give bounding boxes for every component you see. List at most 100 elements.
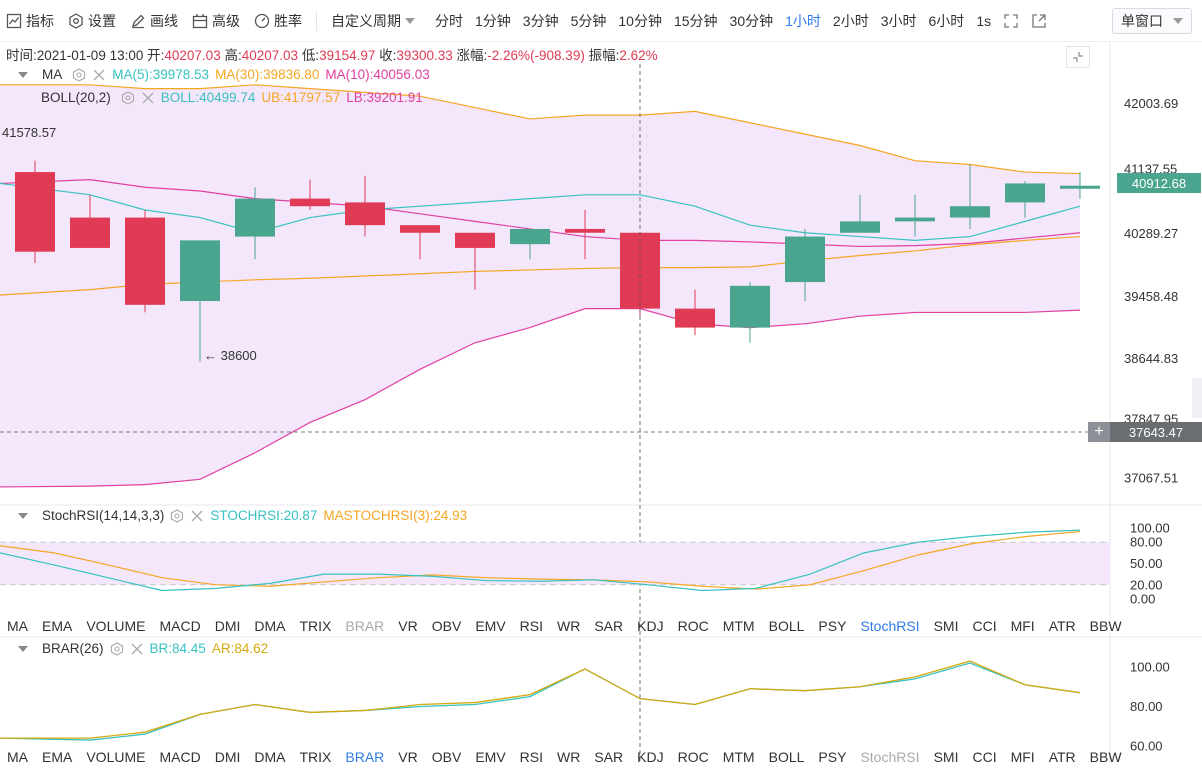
stochrsi-settings-icon[interactable] xyxy=(170,508,184,523)
indicator-tab-macd[interactable]: MACD xyxy=(152,749,207,765)
collapse-icon xyxy=(1073,52,1083,62)
indicator-tab-obv[interactable]: OBV xyxy=(425,618,469,634)
indicator-tab-roc[interactable]: ROC xyxy=(671,618,716,634)
indicator-button[interactable]: 指标 xyxy=(0,0,62,42)
candle-body xyxy=(235,198,275,237)
indicator-tab-roc[interactable]: ROC xyxy=(671,749,716,765)
boll-close-icon[interactable] xyxy=(141,91,155,105)
indicator-tab-boll[interactable]: BOLL xyxy=(762,749,812,765)
indicator-tab-atr[interactable]: ATR xyxy=(1042,749,1083,765)
period-tab-1[interactable]: 1分钟 xyxy=(469,0,517,42)
indicator-tab-atr[interactable]: ATR xyxy=(1042,618,1083,634)
collapse-caret-icon[interactable] xyxy=(18,71,28,78)
brar-axis-label: 100.00 xyxy=(1130,660,1170,675)
indicator-tab-stochrsi[interactable]: StochRSI xyxy=(853,618,926,634)
indicator-tab-wr[interactable]: WR xyxy=(550,749,587,765)
indicator-tab-mfi[interactable]: MFI xyxy=(1004,618,1042,634)
brar-settings-icon[interactable] xyxy=(110,641,124,656)
period-tab-2[interactable]: 3分钟 xyxy=(517,0,565,42)
indicator-tab-ma[interactable]: MA xyxy=(0,749,35,765)
indicator-tab-mtm[interactable]: MTM xyxy=(716,618,762,634)
gear-icon xyxy=(69,12,83,29)
indicator-tab-bbw[interactable]: BBW xyxy=(1083,618,1129,634)
indicator-tab-ema[interactable]: EMA xyxy=(35,749,79,765)
indicator-tab-psy[interactable]: PSY xyxy=(811,618,853,634)
indicator-tab-bbw[interactable]: BBW xyxy=(1083,749,1129,765)
period-tab-0[interactable]: 分时 xyxy=(429,0,469,42)
indicator-tab-sar[interactable]: SAR xyxy=(587,618,630,634)
indicator-tab-brar[interactable]: BRAR xyxy=(338,749,391,765)
ma30-value: MA(30):39836.80 xyxy=(215,67,320,82)
change-value: -2.26%(-908.39) xyxy=(487,48,585,63)
collapse-caret-icon[interactable] xyxy=(18,645,28,652)
indicator-tab-volume[interactable]: VOLUME xyxy=(79,618,152,634)
popout-button[interactable] xyxy=(1025,0,1053,42)
indicator-tab-psy[interactable]: PSY xyxy=(811,749,853,765)
indicator-tab-emv[interactable]: EMV xyxy=(468,618,512,634)
indicator-tab-dmi[interactable]: DMI xyxy=(208,618,248,634)
ohlc-info-bar: 时间:2021-01-09 13:00 开:40207.03 高:40207.0… xyxy=(6,44,658,64)
fullscreen-button[interactable] xyxy=(997,0,1025,42)
custom-period-dropdown[interactable]: 自定义周期 xyxy=(323,0,423,42)
indicator-tab-mtm[interactable]: MTM xyxy=(716,749,762,765)
indicator-tab-mfi[interactable]: MFI xyxy=(1004,749,1042,765)
open-value: 40207.03 xyxy=(164,48,221,63)
indicator-tab-trix[interactable]: TRIX xyxy=(293,618,339,634)
period-tab-6[interactable]: 30分钟 xyxy=(724,0,780,42)
toolbar-divider xyxy=(316,10,317,31)
collapse-caret-icon[interactable] xyxy=(18,512,28,519)
indicator-tab-ema[interactable]: EMA xyxy=(35,618,79,634)
indicator-tab-smi[interactable]: SMI xyxy=(927,618,966,634)
period-tab-8[interactable]: 2小时 xyxy=(827,0,875,42)
period-tab-7[interactable]: 1小时 xyxy=(779,0,827,42)
indicator-tab-ma[interactable]: MA xyxy=(0,618,35,634)
add-alert-button[interactable]: + xyxy=(1088,422,1110,442)
draw-button[interactable]: 画线 xyxy=(124,0,186,42)
indicator-tab-vr[interactable]: VR xyxy=(391,749,424,765)
indicator-tab-cci[interactable]: CCI xyxy=(965,618,1003,634)
indicator-tab-brar[interactable]: BRAR xyxy=(338,618,391,634)
price-axis-label: 39458.48 xyxy=(1124,289,1178,304)
indicator-tab-cci[interactable]: CCI xyxy=(965,749,1003,765)
indicator-tab-dma[interactable]: DMA xyxy=(247,749,292,765)
time-label: 时间: xyxy=(6,48,37,63)
indicator-tab-dma[interactable]: DMA xyxy=(247,618,292,634)
window-mode-select[interactable]: 单窗口 xyxy=(1112,8,1192,34)
candle-body xyxy=(1060,185,1100,189)
indicator-tab-obv[interactable]: OBV xyxy=(425,749,469,765)
indicator-tab-sar[interactable]: SAR xyxy=(587,749,630,765)
indicator-tab-dmi[interactable]: DMI xyxy=(208,749,248,765)
indicator-tab-stochrsi[interactable]: StochRSI xyxy=(853,749,926,765)
winrate-button[interactable]: 胜率 xyxy=(248,0,310,42)
indicator-tab-boll[interactable]: BOLL xyxy=(762,618,812,634)
indicator-tab-volume[interactable]: VOLUME xyxy=(79,749,152,765)
ma-settings-icon[interactable] xyxy=(72,67,86,82)
indicator-tab-wr[interactable]: WR xyxy=(550,618,587,634)
br-value: BR:84.45 xyxy=(149,641,206,656)
indicator-tab-emv[interactable]: EMV xyxy=(468,749,512,765)
boll-settings-icon[interactable] xyxy=(121,90,135,105)
indicator-tab-vr[interactable]: VR xyxy=(391,618,424,634)
settings-button[interactable]: 设置 xyxy=(62,0,124,42)
high-value: 40207.03 xyxy=(241,48,299,63)
indicator-tab-trix[interactable]: TRIX xyxy=(293,749,339,765)
indicator-tab-rsi[interactable]: RSI xyxy=(513,618,550,634)
ma-close-icon[interactable] xyxy=(92,68,106,82)
period-tab-11[interactable]: 1s xyxy=(970,0,997,42)
indicator-tab-rsi[interactable]: RSI xyxy=(513,749,550,765)
indicator-tab-kdj[interactable]: KDJ xyxy=(630,618,670,634)
period-tab-4[interactable]: 10分钟 xyxy=(612,0,668,42)
period-tab-3[interactable]: 5分钟 xyxy=(565,0,613,42)
period-tab-9[interactable]: 3小时 xyxy=(875,0,923,42)
candle-body xyxy=(785,236,825,283)
indicator-tab-kdj[interactable]: KDJ xyxy=(630,749,670,765)
stochrsi-close-icon[interactable] xyxy=(190,509,204,523)
brar-close-icon[interactable] xyxy=(130,642,144,656)
indicator-tab-smi[interactable]: SMI xyxy=(927,749,966,765)
collapse-chart-button[interactable] xyxy=(1066,46,1090,68)
period-tab-10[interactable]: 6小时 xyxy=(923,0,971,42)
indicator-tab-macd[interactable]: MACD xyxy=(152,618,207,634)
advanced-button[interactable]: 高级 xyxy=(186,0,248,42)
period-tab-5[interactable]: 15分钟 xyxy=(668,0,724,42)
mastochrsi-value: MASTOCHRSI(3):24.93 xyxy=(323,508,468,523)
